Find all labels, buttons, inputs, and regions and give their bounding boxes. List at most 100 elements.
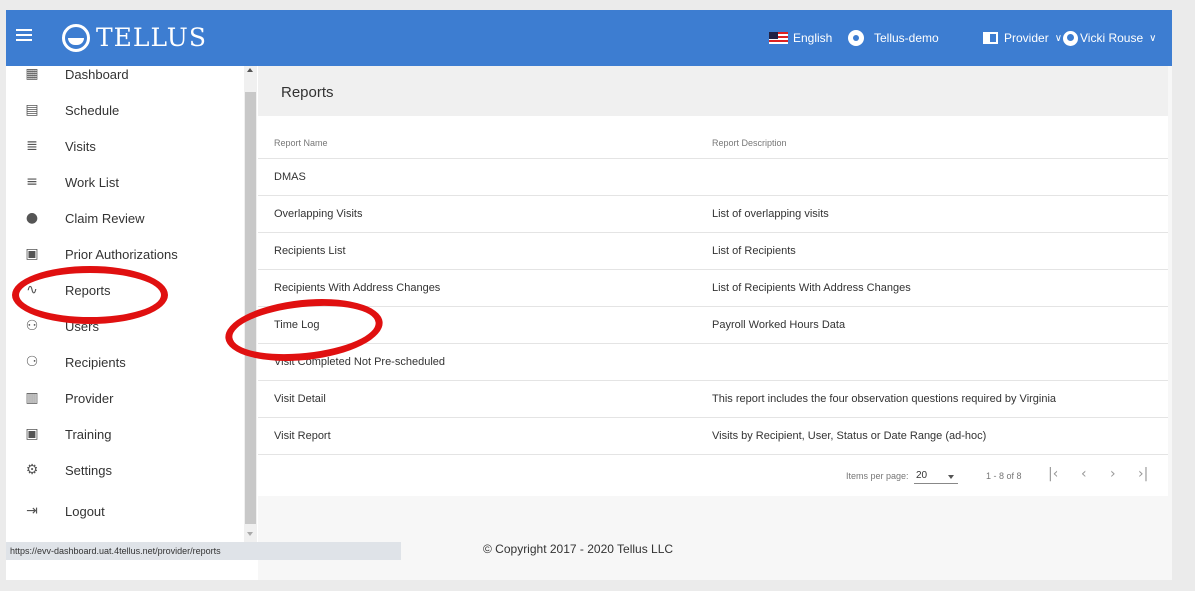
app-name: TELLUS <box>96 23 207 52</box>
report-name: Visit Completed Not Pre-scheduled <box>274 356 445 368</box>
role-label: Provider <box>1004 31 1049 45</box>
sidebar-item-provider[interactable]: ▥ Provider <box>6 380 242 416</box>
page-range-label: 1 - 8 of 8 <box>986 471 1022 481</box>
sidebar-item-schedule[interactable]: ▤ Schedule <box>6 92 242 128</box>
report-name: Visit Detail <box>274 393 326 405</box>
chevron-down-icon: ∨ <box>1149 32 1157 44</box>
language-label: English <box>793 31 833 45</box>
id-card-icon <box>983 32 998 44</box>
role-selector[interactable]: Provider ∨ <box>983 10 1062 66</box>
report-description: Payroll Worked Hours Data <box>712 319 846 331</box>
report-name: Visit Report <box>274 430 331 442</box>
paginator: Items per page: 20 1 - 8 of 8 |‹ ‹ › ›| <box>258 454 1168 496</box>
sidebar-item-label: Visits <box>65 138 96 154</box>
clipboard-icon: ▥ <box>25 390 39 406</box>
previous-page-icon[interactable]: ‹ <box>1081 466 1087 482</box>
last-page-icon[interactable]: ›| <box>1138 466 1148 482</box>
report-description: This report includes the four observatio… <box>712 393 1057 405</box>
column-header-description[interactable]: Report Description <box>712 138 787 148</box>
column-header-name[interactable]: Report Name <box>274 138 328 148</box>
report-name: Recipients With Address Changes <box>274 282 441 294</box>
report-description: List of overlapping visits <box>712 208 829 220</box>
organization-selector[interactable]: Tellus-demo <box>848 10 939 66</box>
sidebar-item-label: Work List <box>65 174 119 190</box>
sidebar-item-label: Prior Authorizations <box>65 246 178 262</box>
us-flag-icon <box>769 32 788 44</box>
list-icon: ≡ <box>26 174 38 190</box>
sidebar-item-logout[interactable]: ⇥ Logout <box>6 493 242 529</box>
dashboard-icon: ▦ <box>25 66 39 82</box>
first-page-icon[interactable]: |‹ <box>1048 466 1058 482</box>
reports-table: Report Name Report Description DMAS Over… <box>258 116 1168 496</box>
sidebar-item-label: Reports <box>65 282 111 298</box>
training-icon: ▣ <box>25 426 39 442</box>
items-per-page-label: Items per page: <box>846 471 909 481</box>
people-icon: ⚇ <box>25 318 39 334</box>
scroll-up-icon[interactable] <box>247 68 253 72</box>
items-per-page-value: 20 <box>916 470 928 481</box>
scroll-down-icon[interactable] <box>247 532 253 536</box>
organization-label: Tellus-demo <box>874 31 939 45</box>
people-outline-icon: ⚆ <box>25 354 39 370</box>
report-name: Time Log <box>274 319 320 331</box>
copyright-footer: © Copyright 2017 - 2020 Tellus LLC <box>483 542 674 556</box>
dropdown-arrow-icon <box>948 475 954 479</box>
sidebar-item-label: Training <box>65 426 112 442</box>
table-row[interactable]: Recipients List List of Recipients <box>258 232 1168 269</box>
sidebar-item-users[interactable]: ⚇ Users <box>6 308 242 344</box>
sidebar-scrollbar[interactable] <box>244 66 257 542</box>
sidebar-item-label: Users <box>65 318 99 334</box>
scroll-thumb[interactable] <box>245 92 256 524</box>
organization-icon <box>848 30 864 46</box>
sidebar-item-label: Settings <box>65 462 112 478</box>
items-per-page-select[interactable]: 20 <box>914 468 958 484</box>
trending-icon: ∿ <box>26 282 38 298</box>
sidebar-item-label: Provider <box>65 390 114 406</box>
gear-icon: ⚙ <box>25 462 39 478</box>
report-name: Recipients List <box>274 245 346 257</box>
sidebar-item-reports[interactable]: ∿ Reports <box>6 272 242 308</box>
alert-icon: ● <box>25 210 39 226</box>
sidebar-item-settings[interactable]: ⚙ Settings <box>6 452 242 488</box>
sidebar: ▦ Dashboard ▤ Schedule ≣ Visits ≡ Work L… <box>6 66 401 580</box>
page-header: Reports <box>258 66 1168 116</box>
user-name: Vicki Rouse <box>1080 31 1144 45</box>
main-content: Reports Report Name Report Description D… <box>258 66 1172 580</box>
sidebar-item-visits[interactable]: ≣ Visits <box>6 128 242 164</box>
table-row[interactable]: Visit Report Visits by Recipient, User, … <box>258 417 1168 454</box>
report-description: List of Recipients With Address Changes <box>712 282 911 294</box>
sidebar-item-label: Claim Review <box>65 210 145 226</box>
language-selector[interactable]: English <box>769 10 832 66</box>
sidebar-item-work-list[interactable]: ≡ Work List <box>6 164 242 200</box>
sidebar-item-prior-authorizations[interactable]: ▣ Prior Authorizations <box>6 236 242 272</box>
filter-icon: ≣ <box>26 138 38 154</box>
sidebar-item-label: Logout <box>65 503 105 519</box>
next-page-icon[interactable]: › <box>1110 466 1116 482</box>
report-description: List of Recipients <box>712 245 796 257</box>
table-row[interactable]: Visit Completed Not Pre-scheduled <box>258 343 1168 380</box>
sidebar-item-label: Dashboard <box>65 66 129 82</box>
report-description: Visits by Recipient, User, Status or Dat… <box>712 430 987 442</box>
report-name: DMAS <box>274 171 306 183</box>
sidebar-item-recipients[interactable]: ⚆ Recipients <box>6 344 242 380</box>
sidebar-item-dashboard[interactable]: ▦ Dashboard <box>6 56 242 92</box>
logout-icon: ⇥ <box>26 503 38 519</box>
sidebar-item-claim-review[interactable]: ● Claim Review <box>6 200 242 236</box>
calendar-icon: ▤ <box>25 102 39 118</box>
table-row[interactable]: Recipients With Address Changes List of … <box>258 269 1168 306</box>
user-menu[interactable]: Vicki Rouse ∨ <box>1063 10 1156 66</box>
sidebar-item-label: Recipients <box>65 354 126 370</box>
sidebar-item-training[interactable]: ▣ Training <box>6 416 242 452</box>
app-logo[interactable]: TELLUS <box>62 23 207 52</box>
page-title: Reports <box>281 84 334 101</box>
table-row[interactable]: Overlapping Visits List of overlapping v… <box>258 195 1168 232</box>
table-row[interactable]: Time Log Payroll Worked Hours Data <box>258 306 1168 343</box>
menu-icon[interactable] <box>16 27 32 43</box>
account-icon <box>1063 30 1078 46</box>
report-name: Overlapping Visits <box>274 208 363 220</box>
table-row[interactable]: DMAS <box>258 158 1168 195</box>
app-window: TELLUS English Tellus-demo Provider ∨ Vi… <box>6 10 1172 580</box>
logo-icon <box>62 23 90 52</box>
table-row[interactable]: Visit Detail This report includes the fo… <box>258 380 1168 417</box>
sidebar-item-label: Schedule <box>65 102 120 118</box>
